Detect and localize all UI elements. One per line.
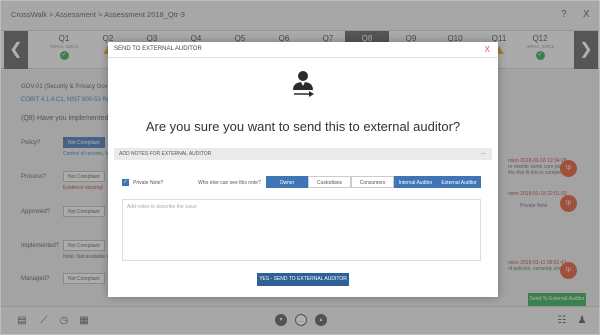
app-window: CrossWalk > Assessment > Assessment 2018… [0,0,600,335]
confirm-send-button[interactable]: YES - SEND TO EXTERNAL AUDITOR [257,273,349,286]
dialog-close-button[interactable]: X [485,45,490,54]
role-internal-auditor[interactable]: Internal Auditor [394,176,437,188]
role-owner[interactable]: Owner [266,176,308,188]
role-custodians[interactable]: Custodians [308,176,351,188]
visibility-label: Who else can see this note? [198,180,261,186]
notes-header-label: ADD NOTES FOR EXTERNAL AUDITOR [119,151,212,157]
auditor-person-icon [293,71,314,97]
confirm-question: Are you sure you want to send this to ex… [145,119,461,134]
send-external-auditor-dialog: SEND TO EXTERNAL AUDITOR X Are you sure … [108,42,498,297]
notes-textarea[interactable]: Add notes to describe the issue [122,199,481,261]
notes-section-header: ADD NOTES FOR EXTERNAL AUDITOR — [114,148,492,160]
private-note-checkbox[interactable]: ✓ [122,179,129,186]
private-note-label: Private Note? [133,180,164,186]
notes-placeholder: Add notes to describe the issue [127,204,197,210]
dialog-header: SEND TO EXTERNAL AUDITOR X [108,42,498,58]
collapse-icon[interactable]: — [481,151,486,157]
role-consumers[interactable]: Consumers [351,176,394,188]
dialog-title: SEND TO EXTERNAL AUDITOR [114,46,202,52]
role-external-auditor[interactable]: External Auditor [437,176,481,188]
